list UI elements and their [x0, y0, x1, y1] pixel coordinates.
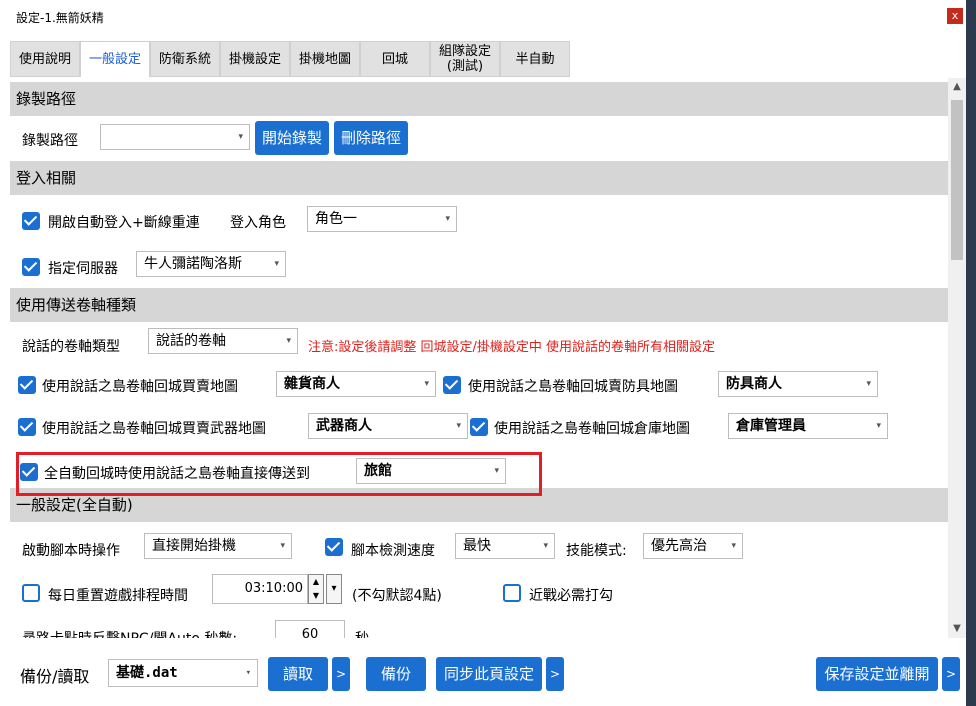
stuck-seconds-label: 尋路卡點時反擊NPC/開Auto 秒數: — [22, 628, 237, 638]
tab-afk[interactable]: 掛機設定 — [220, 41, 290, 77]
sync-more-button[interactable]: > — [546, 657, 564, 691]
scroll-up-icon[interactable]: ▲ — [948, 78, 966, 96]
section-login: 登入相關 — [10, 161, 948, 195]
daily-reset-label: 每日重置遊戲排程時間 — [48, 588, 188, 604]
scroll-type-label: 說話的卷軸類型 — [22, 339, 120, 355]
chevron-down-icon: ▾ — [274, 259, 279, 269]
settings-panel: 錄製路徑 錄製路徑 ▾ 開始錄製 刪除路徑 登入相關 開啟自動登入+斷線重連 登… — [10, 78, 948, 638]
backup-file-select[interactable]: 基礎.dat ▾ — [108, 659, 258, 687]
spin-up-icon[interactable]: ▲ — [309, 575, 323, 589]
tab-afk-map[interactable]: 掛機地圖 — [290, 41, 360, 77]
detect-speed-checkbox[interactable] — [325, 538, 343, 556]
section-record-path: 錄製路徑 — [10, 82, 948, 116]
chevron-down-icon: ▾ — [866, 379, 871, 389]
daily-reset-time-input[interactable]: 03:10:00 — [212, 574, 308, 604]
sync-page-button[interactable]: 同步此頁設定 — [436, 657, 542, 691]
delete-path-button[interactable]: 刪除路徑 — [334, 121, 408, 155]
scroll-opt2-checkbox[interactable] — [443, 376, 461, 394]
start-record-button[interactable]: 開始錄製 — [255, 121, 329, 155]
chevron-down-icon: ▾ — [280, 541, 285, 551]
save-and-exit-button[interactable]: 保存設定並離開 — [816, 657, 938, 691]
start-action-select[interactable]: 直接開始掛機 ▾ — [144, 533, 292, 559]
scroll-notice: 注意:設定後請調整 回城設定/掛機設定中 使用說話的卷軸所有相關設定 — [308, 340, 716, 355]
chevron-down-icon: ▾ — [238, 132, 243, 142]
melee-checkbox[interactable] — [503, 584, 521, 602]
record-path-select[interactable]: ▾ — [100, 124, 250, 150]
footer-bar: 備份/讀取 基礎.dat ▾ 讀取 > 備份 同步此頁設定 > 保存設定並離開 > — [0, 640, 966, 706]
scroll-opt1-label: 使用說話之島卷軸回城買賣地圖 — [42, 379, 238, 395]
detect-speed-label: 腳本檢測速度 — [351, 543, 435, 559]
scroll-type-select[interactable]: 說話的卷軸 ▾ — [148, 328, 298, 354]
scroll-opt4-select[interactable]: 倉庫管理員 ▾ — [728, 413, 888, 439]
tab-usage[interactable]: 使用說明 — [10, 41, 80, 77]
stuck-seconds-input[interactable]: 60 — [275, 620, 345, 638]
chevron-down-icon: ▾ — [245, 668, 251, 678]
backup-button[interactable]: 備份 — [366, 657, 426, 691]
chevron-down-icon: ▾ — [424, 379, 429, 389]
scroll-opt2-label: 使用說話之島卷軸回城賣防具地圖 — [468, 379, 678, 395]
daily-reset-checkbox[interactable] — [22, 584, 40, 602]
close-button[interactable]: x — [947, 8, 963, 24]
section-scroll-type: 使用傳送卷軸種類 — [10, 288, 948, 322]
time-spinner[interactable]: ▲ ▼ — [308, 574, 324, 604]
auto-login-checkbox[interactable] — [22, 212, 40, 230]
read-more-button[interactable]: > — [332, 657, 350, 691]
start-action-label: 啟動腳本時操作 — [22, 543, 120, 559]
chevron-down-icon: ▾ — [876, 421, 881, 431]
scroll-opt1-checkbox[interactable] — [18, 376, 36, 394]
spin-down-icon[interactable]: ▼ — [309, 589, 323, 603]
skill-mode-select[interactable]: 優先高治 ▾ — [643, 533, 743, 559]
auto-login-label: 開啟自動登入+斷線重連 — [48, 215, 200, 231]
scroll-down-icon[interactable]: ▼ — [948, 620, 966, 638]
scroll-opt3-label: 使用說話之島卷軸回城買賣武器地圖 — [42, 421, 266, 437]
chevron-down-icon: ▾ — [331, 583, 337, 594]
daily-reset-hint: (不勾默認4點) — [352, 588, 442, 604]
server-select[interactable]: 牛人彌諾陶洛斯 ▾ — [136, 251, 286, 277]
login-role-label: 登入角色 — [230, 215, 286, 231]
window-title: 設定-1.無箭妖精 — [16, 11, 104, 25]
tab-semi-auto[interactable]: 半自動 — [500, 41, 570, 77]
chevron-down-icon: ▾ — [543, 541, 548, 551]
tab-return[interactable]: 回城 — [360, 41, 430, 77]
settings-window: 設定-1.無箭妖精 x 使用說明 一般設定 防衛系統 掛機設定 掛機地圖 回城 … — [0, 0, 967, 706]
scroll-opt3-select[interactable]: 武器商人 ▾ — [308, 413, 468, 439]
chevron-down-icon: ▾ — [445, 214, 450, 224]
scroll-opt2-select[interactable]: 防具商人 ▾ — [718, 371, 878, 397]
scroll-opt1-select[interactable]: 雜貨商人 ▾ — [276, 371, 436, 397]
scroll-opt4-label: 使用說話之島卷軸回城倉庫地圖 — [494, 421, 690, 437]
melee-label: 近戰必需打勾 — [529, 588, 613, 604]
record-path-label: 錄製路徑 — [22, 133, 78, 149]
tab-general[interactable]: 一般設定 — [80, 41, 150, 77]
vertical-scrollbar[interactable]: ▲ ▼ — [948, 78, 966, 638]
chevron-down-icon: ▾ — [456, 421, 461, 431]
tab-party[interactable]: 組隊設定 (測試) — [430, 41, 500, 77]
server-label: 指定伺服器 — [48, 261, 118, 277]
stuck-seconds-unit: 秒 — [355, 628, 369, 638]
scroll-opt3-checkbox[interactable] — [18, 418, 36, 436]
title-bar: 設定-1.無箭妖精 x — [0, 0, 966, 32]
background-edge — [966, 0, 976, 706]
highlight-box — [16, 452, 542, 496]
scroll-opt4-checkbox[interactable] — [470, 418, 488, 436]
login-role-select[interactable]: 角色一 ▾ — [307, 206, 457, 232]
read-button[interactable]: 讀取 — [268, 657, 328, 691]
detect-speed-select[interactable]: 最快 ▾ — [455, 533, 555, 559]
skill-mode-label: 技能模式: — [566, 543, 627, 559]
backup-label: 備份/讀取 — [20, 667, 90, 686]
save-more-button[interactable]: > — [942, 657, 960, 691]
tab-defense[interactable]: 防衛系統 — [150, 41, 220, 77]
chevron-down-icon: ▾ — [731, 541, 736, 551]
chevron-down-icon: ▾ — [286, 336, 291, 346]
time-dropdown-button[interactable]: ▾ — [326, 574, 342, 604]
server-checkbox[interactable] — [22, 258, 40, 276]
scroll-thumb[interactable] — [951, 100, 963, 260]
